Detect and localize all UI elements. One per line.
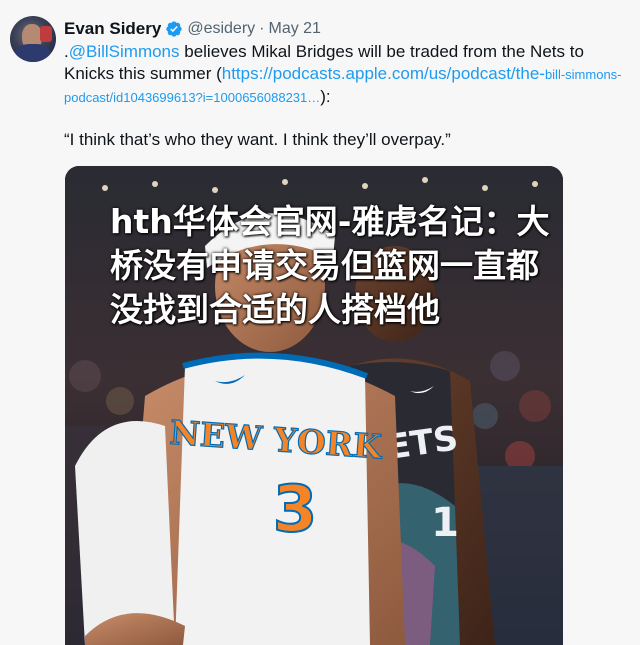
- nets-jersey-number: 1: [431, 500, 459, 546]
- tweet-text-part2: ):: [320, 87, 331, 106]
- tweet-header: Evan Sidery @esidery · May 21: [64, 18, 321, 40]
- overlay-headline[interactable]: hth华体会官网-雅虎名记：大桥没有申请交易但篮网一直都没找到合适的人搭档他: [110, 200, 550, 332]
- tweet-quote: “I think that’s who they want. I think t…: [64, 130, 451, 149]
- separator-dot: ·: [259, 20, 265, 37]
- tweet-text: .@BillSimmons believes Mikal Bridges wil…: [64, 41, 624, 109]
- tweet[interactable]: Evan Sidery @esidery · May 21 .@BillSimm…: [0, 0, 640, 645]
- knicks-jersey-number: 3: [273, 473, 318, 547]
- avatar[interactable]: [10, 16, 56, 62]
- verified-badge-icon: [166, 21, 183, 37]
- tweet-date[interactable]: May 21: [268, 20, 320, 38]
- podcast-link-main[interactable]: https://podcasts.apple.com/us/podcast/th…: [222, 64, 545, 83]
- mention-link[interactable]: @BillSimmons: [69, 42, 180, 61]
- author-handle[interactable]: @esidery: [187, 20, 255, 38]
- author-name[interactable]: Evan Sidery: [64, 19, 161, 39]
